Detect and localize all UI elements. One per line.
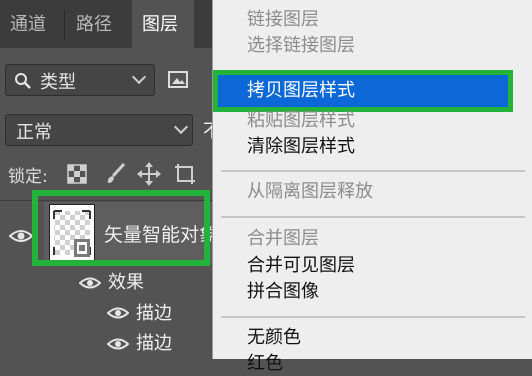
lock-artboard-icon[interactable] bbox=[173, 162, 197, 186]
menu-separator bbox=[221, 216, 525, 218]
menu-separator bbox=[221, 316, 525, 318]
layer-filter-value: 类型 bbox=[40, 72, 76, 93]
menu-item-select-linked-layers[interactable]: 选择链接图层 bbox=[247, 34, 355, 58]
menu-separator bbox=[221, 170, 525, 172]
lock-transparent-pixels-icon[interactable] bbox=[67, 164, 87, 184]
stroke-effect-eye-icon[interactable] bbox=[107, 306, 129, 320]
lock-label: 锁定: bbox=[8, 167, 48, 187]
stroke-effect-item[interactable]: 描边 bbox=[136, 329, 172, 355]
menu-item-label: 拷贝图层样式 bbox=[247, 80, 355, 101]
menu-item-link-layers[interactable]: 链接图层 bbox=[247, 8, 319, 32]
menu-item-clear-layer-style[interactable]: 清除图层样式 bbox=[247, 135, 355, 159]
stroke-effect-eye-icon[interactable] bbox=[107, 337, 129, 351]
effects-label: 效果 bbox=[108, 272, 144, 293]
menu-item-flatten-image[interactable]: 拼合图像 bbox=[247, 280, 319, 304]
visibility-eye-icon[interactable] bbox=[9, 228, 33, 244]
menu-item-paste-layer-style[interactable]: 粘贴图层样式 bbox=[247, 109, 355, 133]
chevron-down-icon bbox=[131, 69, 147, 85]
context-menu: 链接图层 选择链接图层 拷贝图层样式 粘贴图层样式 清除图层样式 从隔离图层释放… bbox=[212, 0, 532, 374]
effects-visibility-eye-icon[interactable] bbox=[79, 276, 101, 290]
menu-item-merge-visible[interactable]: 合并可见图层 bbox=[247, 254, 355, 278]
menu-item-merge-layers[interactable]: 合并图层 bbox=[247, 227, 319, 251]
lock-image-pixels-brush-icon[interactable] bbox=[104, 161, 128, 185]
blend-mode-value: 正常 bbox=[16, 122, 52, 143]
search-icon bbox=[15, 73, 31, 89]
layer-filter-select[interactable]: 类型 bbox=[5, 64, 155, 96]
menu-item-no-color[interactable]: 无颜色 bbox=[247, 326, 301, 350]
tab-channels[interactable]: 通道 bbox=[10, 0, 46, 48]
chevron-down-icon bbox=[173, 119, 189, 135]
image-filter-icon[interactable] bbox=[168, 70, 190, 90]
tab-paths[interactable]: 路径 bbox=[76, 0, 112, 48]
lock-position-move-icon[interactable] bbox=[137, 162, 161, 186]
blend-mode-select[interactable]: 正常 bbox=[5, 114, 193, 146]
menu-item-copy-layer-style[interactable]: 拷贝图层样式 bbox=[213, 70, 513, 112]
tab-layers[interactable]: 图层 bbox=[132, 0, 194, 48]
menu-item-release-from-isolation[interactable]: 从隔离图层释放 bbox=[247, 180, 373, 204]
stroke-effect-item[interactable]: 描边 bbox=[136, 299, 172, 325]
annotation-highlight-box bbox=[32, 190, 210, 266]
tab-separator bbox=[64, 10, 65, 40]
menu-item-red[interactable]: 红色 bbox=[247, 352, 283, 376]
